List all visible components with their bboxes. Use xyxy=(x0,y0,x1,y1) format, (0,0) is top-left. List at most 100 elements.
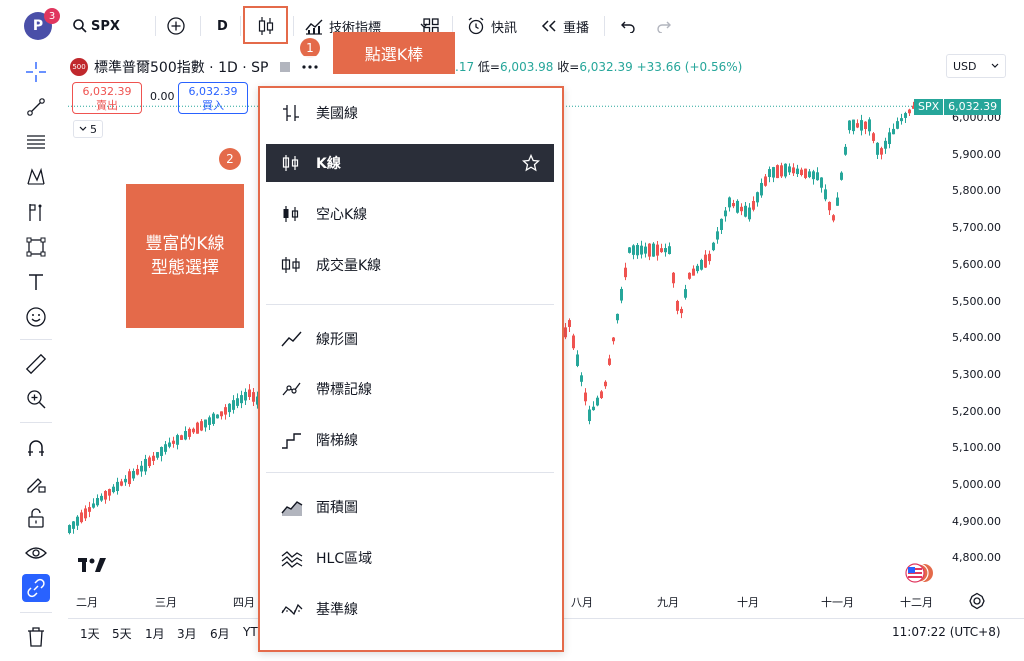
candle-body xyxy=(840,172,843,180)
sidebar-divider xyxy=(20,612,52,613)
indicator-collapse-toggle[interactable]: 5 xyxy=(73,120,103,138)
candle-body xyxy=(144,458,147,472)
menu-divider xyxy=(266,472,554,473)
alerts-button[interactable]: 快訊 xyxy=(466,12,517,40)
candle-body xyxy=(824,189,827,200)
candle-body xyxy=(92,503,95,508)
undo-button[interactable] xyxy=(620,12,636,40)
candle-body xyxy=(900,118,903,122)
candle-body xyxy=(620,288,623,301)
candle-body xyxy=(228,403,231,413)
fib-tool[interactable] xyxy=(22,128,50,156)
price-tick: 5,600.00 xyxy=(952,257,1001,271)
measure-tool[interactable] xyxy=(22,350,50,378)
candle-body xyxy=(792,167,795,174)
chart-type-option[interactable]: 階梯線 xyxy=(266,421,554,459)
symbol-search-button[interactable]: SPX xyxy=(72,12,120,40)
favorite-star-icon[interactable] xyxy=(521,153,541,176)
chart-type-option[interactable]: HLC區域 xyxy=(266,539,554,577)
chart-type-option[interactable]: 成交量K線 xyxy=(266,246,554,284)
candle-body xyxy=(904,113,907,118)
toolbar-divider xyxy=(293,16,294,36)
zoom-tool[interactable] xyxy=(22,385,50,413)
lock-drawings-tool[interactable] xyxy=(22,504,50,532)
range-button[interactable]: 6月 xyxy=(210,625,230,642)
candle-body xyxy=(564,327,567,338)
candle-body xyxy=(724,210,727,217)
price-tick: 5,900.00 xyxy=(952,147,1001,161)
replay-button[interactable]: 重播 xyxy=(540,12,589,40)
chart-type-option[interactable]: 帶標記線 xyxy=(266,370,554,408)
interval-button[interactable]: D xyxy=(217,12,228,40)
candle-body xyxy=(844,146,847,155)
range-button[interactable]: 3月 xyxy=(177,625,197,642)
shapes-tool[interactable] xyxy=(22,233,50,261)
candle-body xyxy=(628,247,631,253)
square-icon xyxy=(280,62,291,72)
range-button[interactable]: 5天 xyxy=(112,625,132,642)
drawing-toolbar xyxy=(0,52,68,661)
candle-body xyxy=(672,272,675,284)
candle-body xyxy=(856,123,859,128)
step-2-callout: 豐富的K線 型態選擇 xyxy=(126,184,244,328)
trash-icon xyxy=(28,627,44,647)
sell-button[interactable]: 6,032.39 賣出 xyxy=(72,82,142,114)
candle-body xyxy=(72,521,75,529)
chart-type-option-label: K線 xyxy=(316,156,341,172)
candle-body xyxy=(608,358,611,365)
currency-select[interactable]: USD xyxy=(946,54,1006,78)
candle-body xyxy=(124,478,127,483)
magnet-icon xyxy=(28,440,44,456)
range-button[interactable]: 1天 xyxy=(80,625,100,642)
more-icon[interactable] xyxy=(302,64,319,70)
trendline-tool[interactable] xyxy=(22,93,50,121)
candle-body xyxy=(736,200,739,213)
drawing-mode-tool[interactable] xyxy=(22,469,50,497)
candle-body xyxy=(776,165,779,179)
compare-symbol-button[interactable] xyxy=(166,12,186,40)
chart-type-option[interactable]: 基準線 xyxy=(266,590,554,628)
buy-button[interactable]: 6,032.39 買入 xyxy=(178,82,248,114)
low-label: 低= xyxy=(477,60,500,74)
us-flag-icon[interactable] xyxy=(904,562,934,584)
candle-body xyxy=(120,481,123,486)
candle-body xyxy=(784,163,787,177)
forecast-tool[interactable] xyxy=(22,198,50,226)
tradingview-logo[interactable] xyxy=(78,558,106,572)
candle-body xyxy=(220,411,223,417)
chart-type-option[interactable]: K線 xyxy=(266,144,554,182)
redo-button[interactable] xyxy=(656,12,672,40)
range-button[interactable]: 1月 xyxy=(145,625,165,642)
time-tick: 十二月 xyxy=(900,596,933,609)
chart-type-option[interactable]: 空心K線 xyxy=(266,195,554,233)
symbol-legend[interactable]: 500 標準普爾500指數 · 1D · SP xyxy=(70,56,319,78)
candle-body xyxy=(760,182,763,196)
remove-drawings-tool[interactable] xyxy=(22,623,50,651)
candle-body xyxy=(908,109,911,114)
candle-body xyxy=(820,177,823,188)
chart-type-option[interactable]: 線形圖 xyxy=(266,320,554,358)
menu-divider xyxy=(266,304,554,305)
candle-body xyxy=(224,407,227,415)
chart-type-option[interactable]: 美國線 xyxy=(266,94,554,132)
chart-type-option[interactable]: 面積圖 xyxy=(266,488,554,526)
sidebar-divider xyxy=(20,422,52,423)
candle-body xyxy=(640,245,643,255)
candle-body xyxy=(892,128,895,135)
sync-drawings-tool[interactable] xyxy=(22,574,50,602)
baseline-icon xyxy=(272,599,312,619)
pattern-tool[interactable] xyxy=(22,163,50,191)
candle-body xyxy=(836,197,839,206)
gear-icon[interactable] xyxy=(968,592,986,610)
candle-body xyxy=(212,413,215,424)
price-axis[interactable]: 6,000.00 5,900.00 5,800.00 5,700.00 5,600.00… xyxy=(942,52,1024,612)
crosshair-tool[interactable] xyxy=(22,58,50,86)
magnet-tool[interactable] xyxy=(22,434,50,462)
clock[interactable]: 11:07:22 (UTC+8) xyxy=(892,625,1001,639)
emoji-tool[interactable] xyxy=(22,303,50,331)
price-tick: 5,400.00 xyxy=(952,331,1001,345)
candle-body xyxy=(716,231,719,240)
text-tool[interactable] xyxy=(22,268,50,296)
hide-drawings-tool[interactable] xyxy=(22,539,50,567)
candle-body xyxy=(128,471,131,485)
